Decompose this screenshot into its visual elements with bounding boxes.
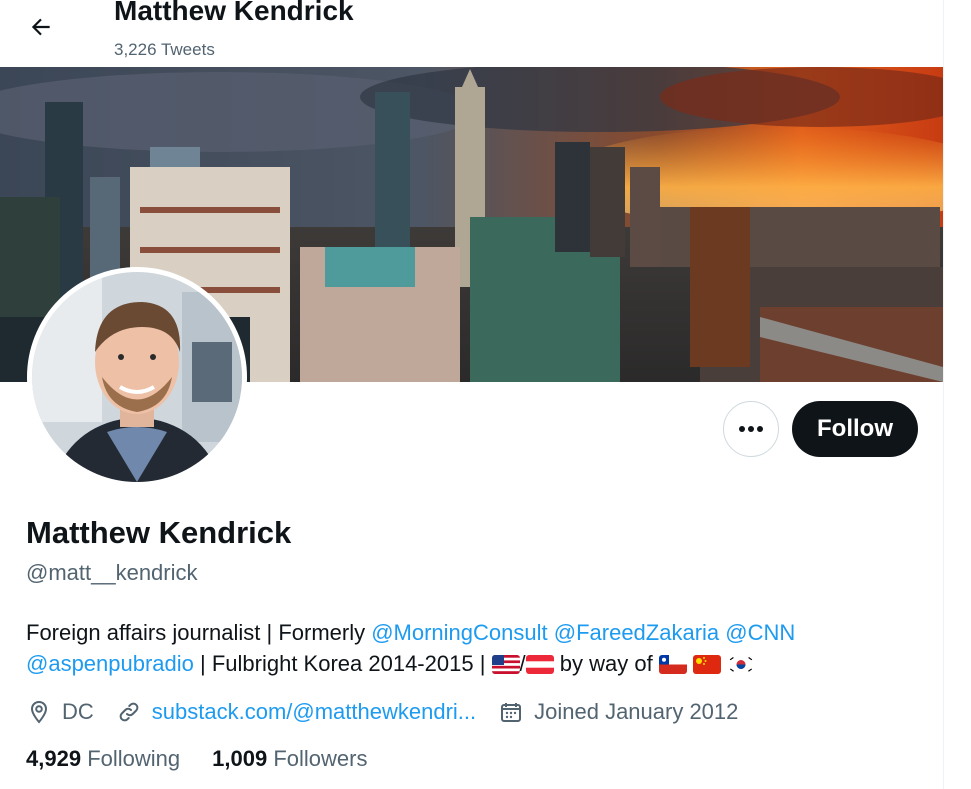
joined-text: Joined January 2012 <box>534 699 739 724</box>
website-link[interactable]: substack.com/@matthewkendri... <box>152 699 476 725</box>
chile-flag-icon <box>658 655 687 674</box>
back-button[interactable] <box>20 6 62 48</box>
china-flag-icon <box>692 655 721 674</box>
mention-link[interactable]: @MorningConsult <box>371 620 547 645</box>
more-options-button[interactable] <box>723 401 779 457</box>
location: DC <box>26 699 94 725</box>
mention-link[interactable]: @CNN <box>725 620 795 645</box>
austria-flag-icon <box>525 655 554 674</box>
follow-stats: 4,929 Following 1,009 Followers <box>26 746 399 772</box>
header-title: Matthew Kendrick <box>114 0 354 26</box>
more-dots-icon <box>739 426 763 432</box>
bio-text: / <box>519 651 526 676</box>
followers-label: Followers <box>273 746 368 771</box>
following-label: Following <box>87 746 181 771</box>
followers-count: 1,009 <box>212 746 268 771</box>
following-link[interactable]: 4,929 Following <box>26 746 180 772</box>
bio-text: by way of <box>553 651 659 676</box>
mention-link[interactable]: @FareedZakaria <box>554 620 719 645</box>
website: substack.com/@matthewkendri... <box>116 699 476 725</box>
arrow-left-icon <box>31 18 50 36</box>
calendar-icon <box>498 699 524 725</box>
followers-link[interactable]: 1,009 Followers <box>212 746 367 772</box>
tweet-count: 3,226 Tweets <box>114 40 215 59</box>
bio-text: | Fulbright Korea 2014-2015 | <box>193 651 492 676</box>
following-count: 4,929 <box>26 746 82 771</box>
avatar[interactable] <box>27 267 247 487</box>
profile-meta: DC substack.com/@matthewkendri... Joined… <box>26 696 760 728</box>
profile-column: Matthew Kendrick 3,226 Tweets Follow Mat… <box>0 0 943 789</box>
location-pin-icon <box>26 699 52 725</box>
bio-text: Foreign affairs journalist | Formerly <box>26 620 372 645</box>
joined-date: Joined January 2012 <box>498 699 738 725</box>
bio: Foreign affairs journalist | Formerly @M… <box>26 617 926 679</box>
us-flag-icon <box>491 655 520 674</box>
south-korea-flag-icon <box>727 655 756 674</box>
location-text: DC <box>62 699 94 724</box>
link-icon <box>116 699 142 725</box>
mention-link[interactable]: @aspenpubradio <box>26 651 194 676</box>
column-divider <box>943 0 944 789</box>
user-handle: @matt__kendrick <box>26 560 198 585</box>
display-name: Matthew Kendrick <box>26 515 292 550</box>
follow-button[interactable]: Follow <box>792 401 918 457</box>
